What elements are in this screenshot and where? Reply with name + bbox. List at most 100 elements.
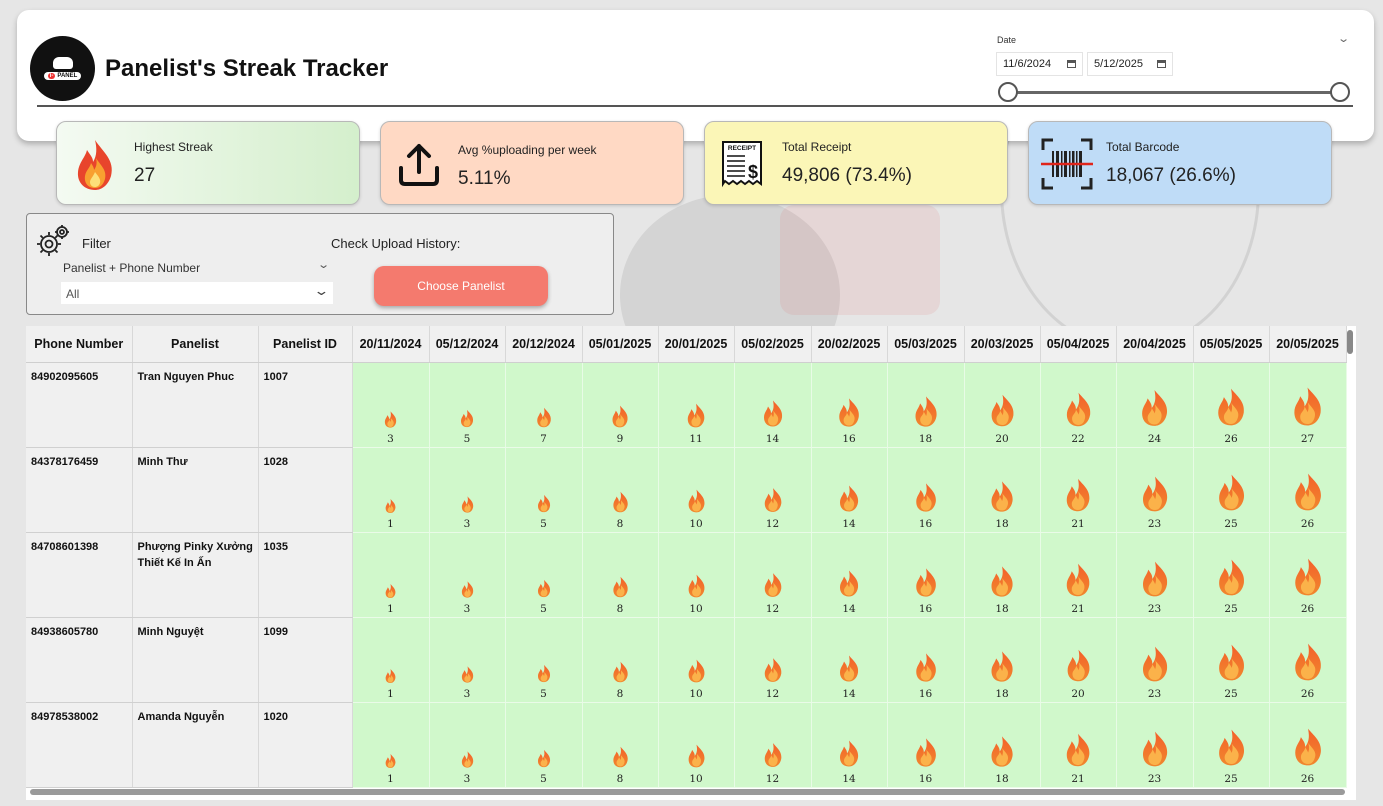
fire-icon [764,657,781,682]
fire-icon [612,746,628,767]
slider-start-handle[interactable] [998,82,1018,102]
streak-cell: 27 [1269,362,1347,448]
choose-panelist-button[interactable]: Choose Panelist [374,266,548,306]
column-header-panelist[interactable]: Panelist [132,326,259,363]
streak-value: 16 [918,772,933,785]
column-header-date[interactable]: 20/04/2025 [1116,326,1194,363]
barcode-icon [1041,138,1093,190]
streak-value: 3 [463,772,471,785]
streak-cell: 26 [1269,532,1347,618]
streak-cell: 21 [1040,532,1117,618]
streak-cell: 3 [352,362,430,448]
column-header-date[interactable]: 05/01/2025 [582,326,659,363]
streak-value: 25 [1224,687,1238,700]
slider-end-handle[interactable] [1330,82,1350,102]
date-to-input[interactable]: 5/12/2025 [1087,52,1173,76]
streak-cell: 7 [505,362,583,448]
streak-cell: 1 [352,532,430,618]
streak-value: 1 [387,517,394,530]
column-header-panelist-id[interactable]: Panelist ID [258,326,353,363]
fire-icon [840,485,859,511]
table-row[interactable]: 84978538002 Amanda Nguyễn 1020 1 3 5 8 10 12 14 16… [26,702,1347,788]
calendar-icon[interactable] [1157,60,1166,68]
fire-icon [915,482,936,512]
streak-value: 3 [463,687,471,700]
column-header-date[interactable]: 05/03/2025 [887,326,965,363]
streak-cell: 18 [964,447,1041,533]
streak-cell: 10 [658,447,735,533]
streak-value: 12 [765,517,780,530]
chevron-down-icon[interactable]: ⌄ [1337,32,1350,45]
streak-cell: 14 [811,702,888,788]
streak-cell: 18 [964,617,1041,703]
kpi-label: Highest Streak [134,140,213,154]
table-row[interactable]: 84902095605 Tran Nguyen Phuc 1007 3 5 7 9 11 14 1… [26,362,1347,448]
streak-value: 24 [1147,432,1162,445]
fire-icon [1294,728,1321,765]
column-header-date[interactable]: 20/11/2024 [352,326,430,363]
column-header-date[interactable]: 20/03/2025 [964,326,1041,363]
streak-value: 1 [387,772,394,785]
streak-cell: 1 [352,617,430,703]
calendar-icon[interactable] [1067,60,1076,68]
table-row[interactable]: 84378176459 Minh Thư 1028 1 3 5 8 10 12 14 16 18 21 2… [26,447,1347,533]
streak-value: 10 [689,687,703,700]
streak-value: 26 [1224,432,1238,445]
streak-cell: 1 [352,702,430,788]
streak-cell: 9 [582,362,659,448]
horizontal-scrollbar[interactable] [30,789,1345,795]
column-header-date[interactable]: 20/05/2025 [1269,326,1347,363]
streak-cell: 26 [1193,362,1270,448]
vertical-scrollbar[interactable] [1347,330,1353,354]
fire-icon [1218,559,1244,595]
background-decoration [780,205,940,315]
streak-cell: 12 [734,532,812,618]
streak-value: 18 [918,432,933,445]
fire-icon [612,491,628,512]
kpi-value: 27 [134,165,156,186]
fire-icon [1218,388,1244,425]
streak-cell: 14 [734,362,812,448]
fire-icon [1218,644,1244,680]
column-header-date[interactable]: 05/02/2025 [734,326,812,363]
column-header-date[interactable]: 05/05/2025 [1193,326,1270,363]
column-header-date[interactable]: 20/02/2025 [811,326,888,363]
streak-cell: 5 [505,532,583,618]
date-from-input[interactable]: 11/6/2024 [996,52,1083,76]
fire-icon [1067,649,1090,681]
streak-cell: 8 [582,532,659,618]
streak-value: 14 [842,517,856,530]
fire-icon [536,407,551,427]
streak-cell: 12 [734,447,812,533]
streak-cell: 16 [887,702,965,788]
streak-cell: 23 [1116,617,1194,703]
column-header-date[interactable]: 05/04/2025 [1040,326,1117,363]
streak-value: 25 [1224,517,1238,530]
column-header-date[interactable]: 20/01/2025 [658,326,735,363]
fire-icon [385,583,396,598]
cell-panelist-id: 1028 [258,447,353,533]
streak-value: 14 [842,687,856,700]
streak-value: 20 [1071,687,1085,700]
cell-panelist-name: Amanda Nguyễn [132,702,259,788]
column-header-date[interactable]: 05/12/2024 [429,326,506,363]
streak-value: 18 [995,687,1009,700]
table-row[interactable]: 84708601398 Phượng Pinky Xưởng Thiết Kế I… [26,532,1347,618]
streak-value: 11 [689,432,703,445]
table-row[interactable]: 84938605780 Minh Nguyệt 1099 1 3 5 8 10 12 14 16 18… [26,617,1347,703]
fire-icon [385,498,396,513]
panelist-dropdown[interactable]: All ⌄ [61,282,333,304]
streak-cell: 18 [887,362,965,448]
streak-cell: 16 [887,617,965,703]
date-range-slider[interactable] [1007,91,1341,94]
fire-icon [1142,476,1167,511]
kpi-label: Total Barcode [1106,140,1180,154]
streak-value: 8 [616,517,624,530]
fire-icon [688,744,704,767]
column-header-phone[interactable]: Phone Number [26,326,133,363]
chevron-down-icon[interactable]: ⌄ [317,258,330,271]
streak-value: 21 [1071,517,1085,530]
streak-cell: 8 [582,617,659,703]
column-header-date[interactable]: 20/12/2024 [505,326,583,363]
streak-value: 26 [1300,687,1315,700]
